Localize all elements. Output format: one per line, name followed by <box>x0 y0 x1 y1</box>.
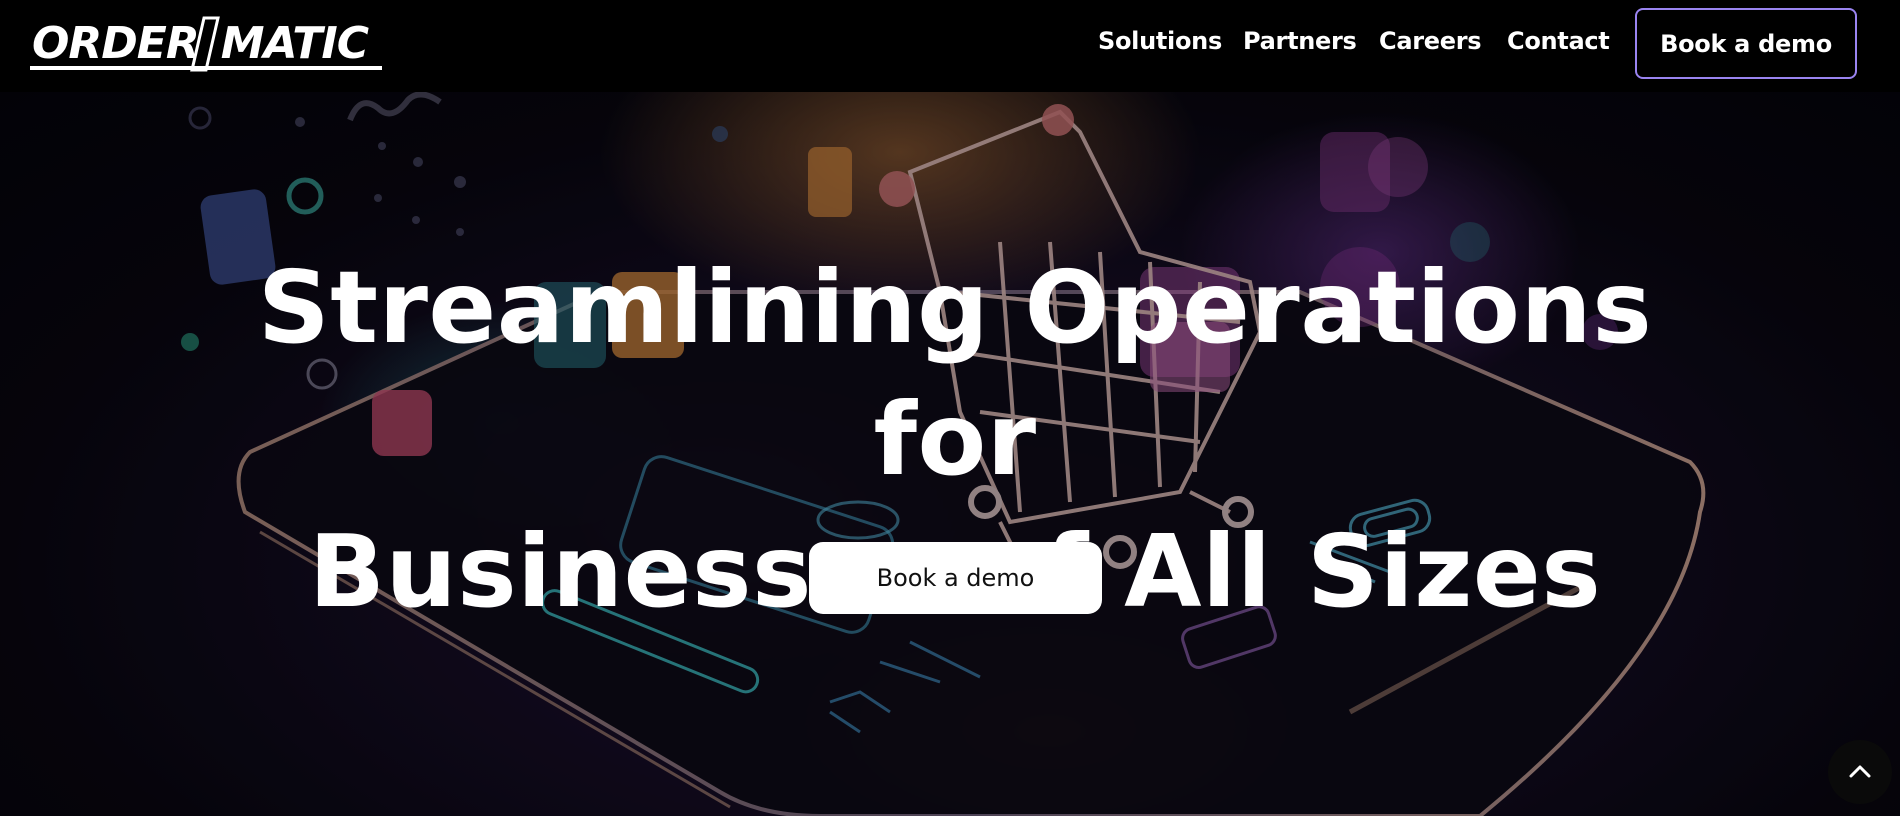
hero-section: Streamlining Operations for Businesses o… <box>0 92 1900 816</box>
logo-text-left: ORDER <box>32 17 200 69</box>
nav-link-contact[interactable]: Contact <box>1507 27 1610 55</box>
logo-wordmark: ORDER MATIC <box>28 17 369 69</box>
hero-book-demo-button[interactable]: Book a demo <box>809 542 1102 614</box>
nav-link-careers[interactable]: Careers <box>1379 27 1482 55</box>
scroll-to-top-button[interactable] <box>1828 740 1892 804</box>
top-navigation-bar: ORDER MATIC Solutions Partners Careers Co… <box>0 0 1900 92</box>
chevron-up-icon <box>1849 765 1871 778</box>
logo-text-right: MATIC <box>220 17 369 69</box>
ordermatic-logo[interactable]: ORDER MATIC <box>28 14 382 72</box>
nav-book-demo-button[interactable]: Book a demo <box>1635 8 1857 79</box>
hero-headline-line-1: Streamlining Operations for <box>257 249 1653 498</box>
nav-link-solutions[interactable]: Solutions <box>1098 27 1222 55</box>
nav-link-partners[interactable]: Partners <box>1243 27 1357 55</box>
